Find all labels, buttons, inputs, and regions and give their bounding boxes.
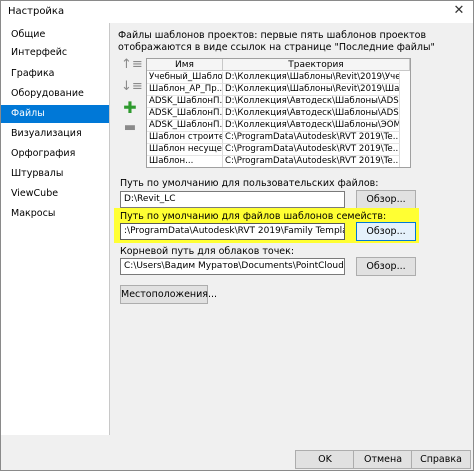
table-row[interactable]: Шаблон_АР_Пр... D:\Коллекция\Шаблоны\Rev… bbox=[147, 84, 410, 96]
title-bar: Настройка ✕ bbox=[1, 1, 473, 23]
move-up-icon[interactable]: ↑≡ bbox=[121, 56, 143, 74]
table-row[interactable]: ADSK_ШаблонП... D:\Коллекция\Автодеск\Ша… bbox=[147, 120, 410, 132]
user-files-label: Путь по умолчанию для пользовательских ф… bbox=[120, 178, 379, 189]
template-name-cell: Шаблон строите... bbox=[147, 132, 223, 144]
family-templates-path-input[interactable]: :\ProgramData\Autodesk\RVT 2019\Family T… bbox=[120, 223, 345, 240]
template-path-cell: D:\Коллекция\Шаблоны\Revit\2019\Ша... bbox=[223, 84, 400, 96]
template-path-cell: D:\Коллекция\Автодеск\Шаблоны\ЭОМ... bbox=[223, 120, 400, 132]
table-row[interactable]: Шаблон строите... C:\ProgramData\Autodes… bbox=[147, 132, 410, 144]
sidebar-item-general[interactable]: Общие bbox=[1, 26, 109, 44]
template-name-cell: Учебный_Шаблон... bbox=[147, 72, 223, 84]
add-icon[interactable]: ✚ bbox=[121, 99, 139, 117]
template-path-cell: D:\Коллекция\Шаблоны\Revit\2019\Уче... bbox=[223, 72, 400, 84]
places-button[interactable]: Местоположения... bbox=[120, 285, 217, 304]
template-name-cell: ADSK_ШаблонП... bbox=[147, 120, 223, 132]
template-path-cell: C:\ProgramData\Autodesk\RVT 2019\Te... bbox=[225, 156, 400, 167]
templates-table: Имя Траектория Учебный_Шаблон... D:\Колл… bbox=[146, 58, 411, 168]
template-path-cell: C:\ProgramData\Autodesk\RVT 2019\Te... bbox=[223, 144, 400, 156]
template-path-cell: C:\ProgramData\Autodesk\RVT 2019\Te... bbox=[223, 132, 400, 144]
cancel-button[interactable]: Отмена bbox=[353, 450, 413, 469]
settings-dialog: Настройка ✕ Общие Интерфейс Графика Обор… bbox=[0, 0, 474, 471]
template-name-cell: Шаблон несуще... bbox=[147, 144, 223, 156]
sidebar-item-macros[interactable]: Макросы bbox=[1, 205, 109, 223]
point-clouds-label: Корневой путь для облаков точек: bbox=[120, 246, 295, 257]
sidebar-item-spelling[interactable]: Орфография bbox=[1, 145, 109, 163]
point-clouds-path-input[interactable]: C:\Users\Вадим Муратов\Documents\PointCl… bbox=[120, 258, 345, 275]
window-title: Настройка bbox=[8, 6, 65, 17]
table-row[interactable]: Шаблон несуще... C:\ProgramData\Autodesk… bbox=[147, 144, 410, 156]
sidebar-item-graphics[interactable]: Графика bbox=[1, 65, 109, 83]
table-row[interactable]: ADSK_ШаблонП... D:\Коллекция\Автодеск\Ша… bbox=[147, 96, 410, 108]
user-files-path-input[interactable]: D:\Revit_LC bbox=[120, 191, 345, 208]
sidebar: Общие Интерфейс Графика Оборудование Фай… bbox=[1, 23, 110, 435]
template-path-cell: D:\Коллекция\Автодеск\Шаблоны\ADS... bbox=[223, 96, 400, 108]
help-button[interactable]: Справка bbox=[411, 450, 471, 469]
family-templates-label: Путь по умолчанию для файлов шаблонов се… bbox=[120, 211, 387, 222]
family-templates-browse-button[interactable]: Обзор... bbox=[356, 222, 416, 241]
sidebar-item-hardware[interactable]: Оборудование bbox=[1, 85, 109, 103]
templates-description: Файлы шаблонов проектов: первые пять шаб… bbox=[118, 30, 435, 53]
sidebar-item-interface[interactable]: Интерфейс bbox=[1, 44, 109, 62]
move-down-icon[interactable]: ↓≡ bbox=[121, 78, 143, 96]
sidebar-item-files[interactable]: Файлы bbox=[1, 105, 109, 123]
template-name-cell: Шаблон... bbox=[147, 156, 223, 167]
sidebar-item-steeringwheels[interactable]: Штурвалы bbox=[1, 165, 109, 183]
remove-icon[interactable]: ▬ bbox=[121, 119, 139, 137]
point-clouds-browse-button[interactable]: Обзор... bbox=[356, 257, 416, 276]
table-row[interactable]: Шаблон... C:\ProgramData\Autodesk\RVT 20… bbox=[147, 156, 410, 167]
template-name-cell: ADSK_ШаблонП... bbox=[147, 108, 223, 120]
sidebar-item-viewcube[interactable]: ViewCube bbox=[1, 185, 109, 203]
column-header-name[interactable]: Имя bbox=[147, 59, 223, 71]
column-header-path[interactable]: Траектория bbox=[223, 59, 410, 71]
ok-button[interactable]: OK bbox=[295, 450, 355, 469]
user-files-browse-button[interactable]: Обзор... bbox=[356, 190, 416, 209]
template-name-cell: Шаблон_АР_Пр... bbox=[147, 84, 223, 96]
table-row[interactable]: Учебный_Шаблон... D:\Коллекция\Шаблоны\R… bbox=[147, 72, 410, 84]
table-row[interactable]: ADSK_ШаблонП... D:\Коллекция\Автодеск\Ша… bbox=[147, 108, 410, 120]
template-path-cell: D:\Коллекция\Автодеск\Шаблоны\ADS... bbox=[223, 108, 400, 120]
template-name-cell: ADSK_ШаблонП... bbox=[147, 96, 223, 108]
close-icon[interactable]: ✕ bbox=[451, 3, 467, 19]
sidebar-item-rendering[interactable]: Визуализация bbox=[1, 125, 109, 143]
